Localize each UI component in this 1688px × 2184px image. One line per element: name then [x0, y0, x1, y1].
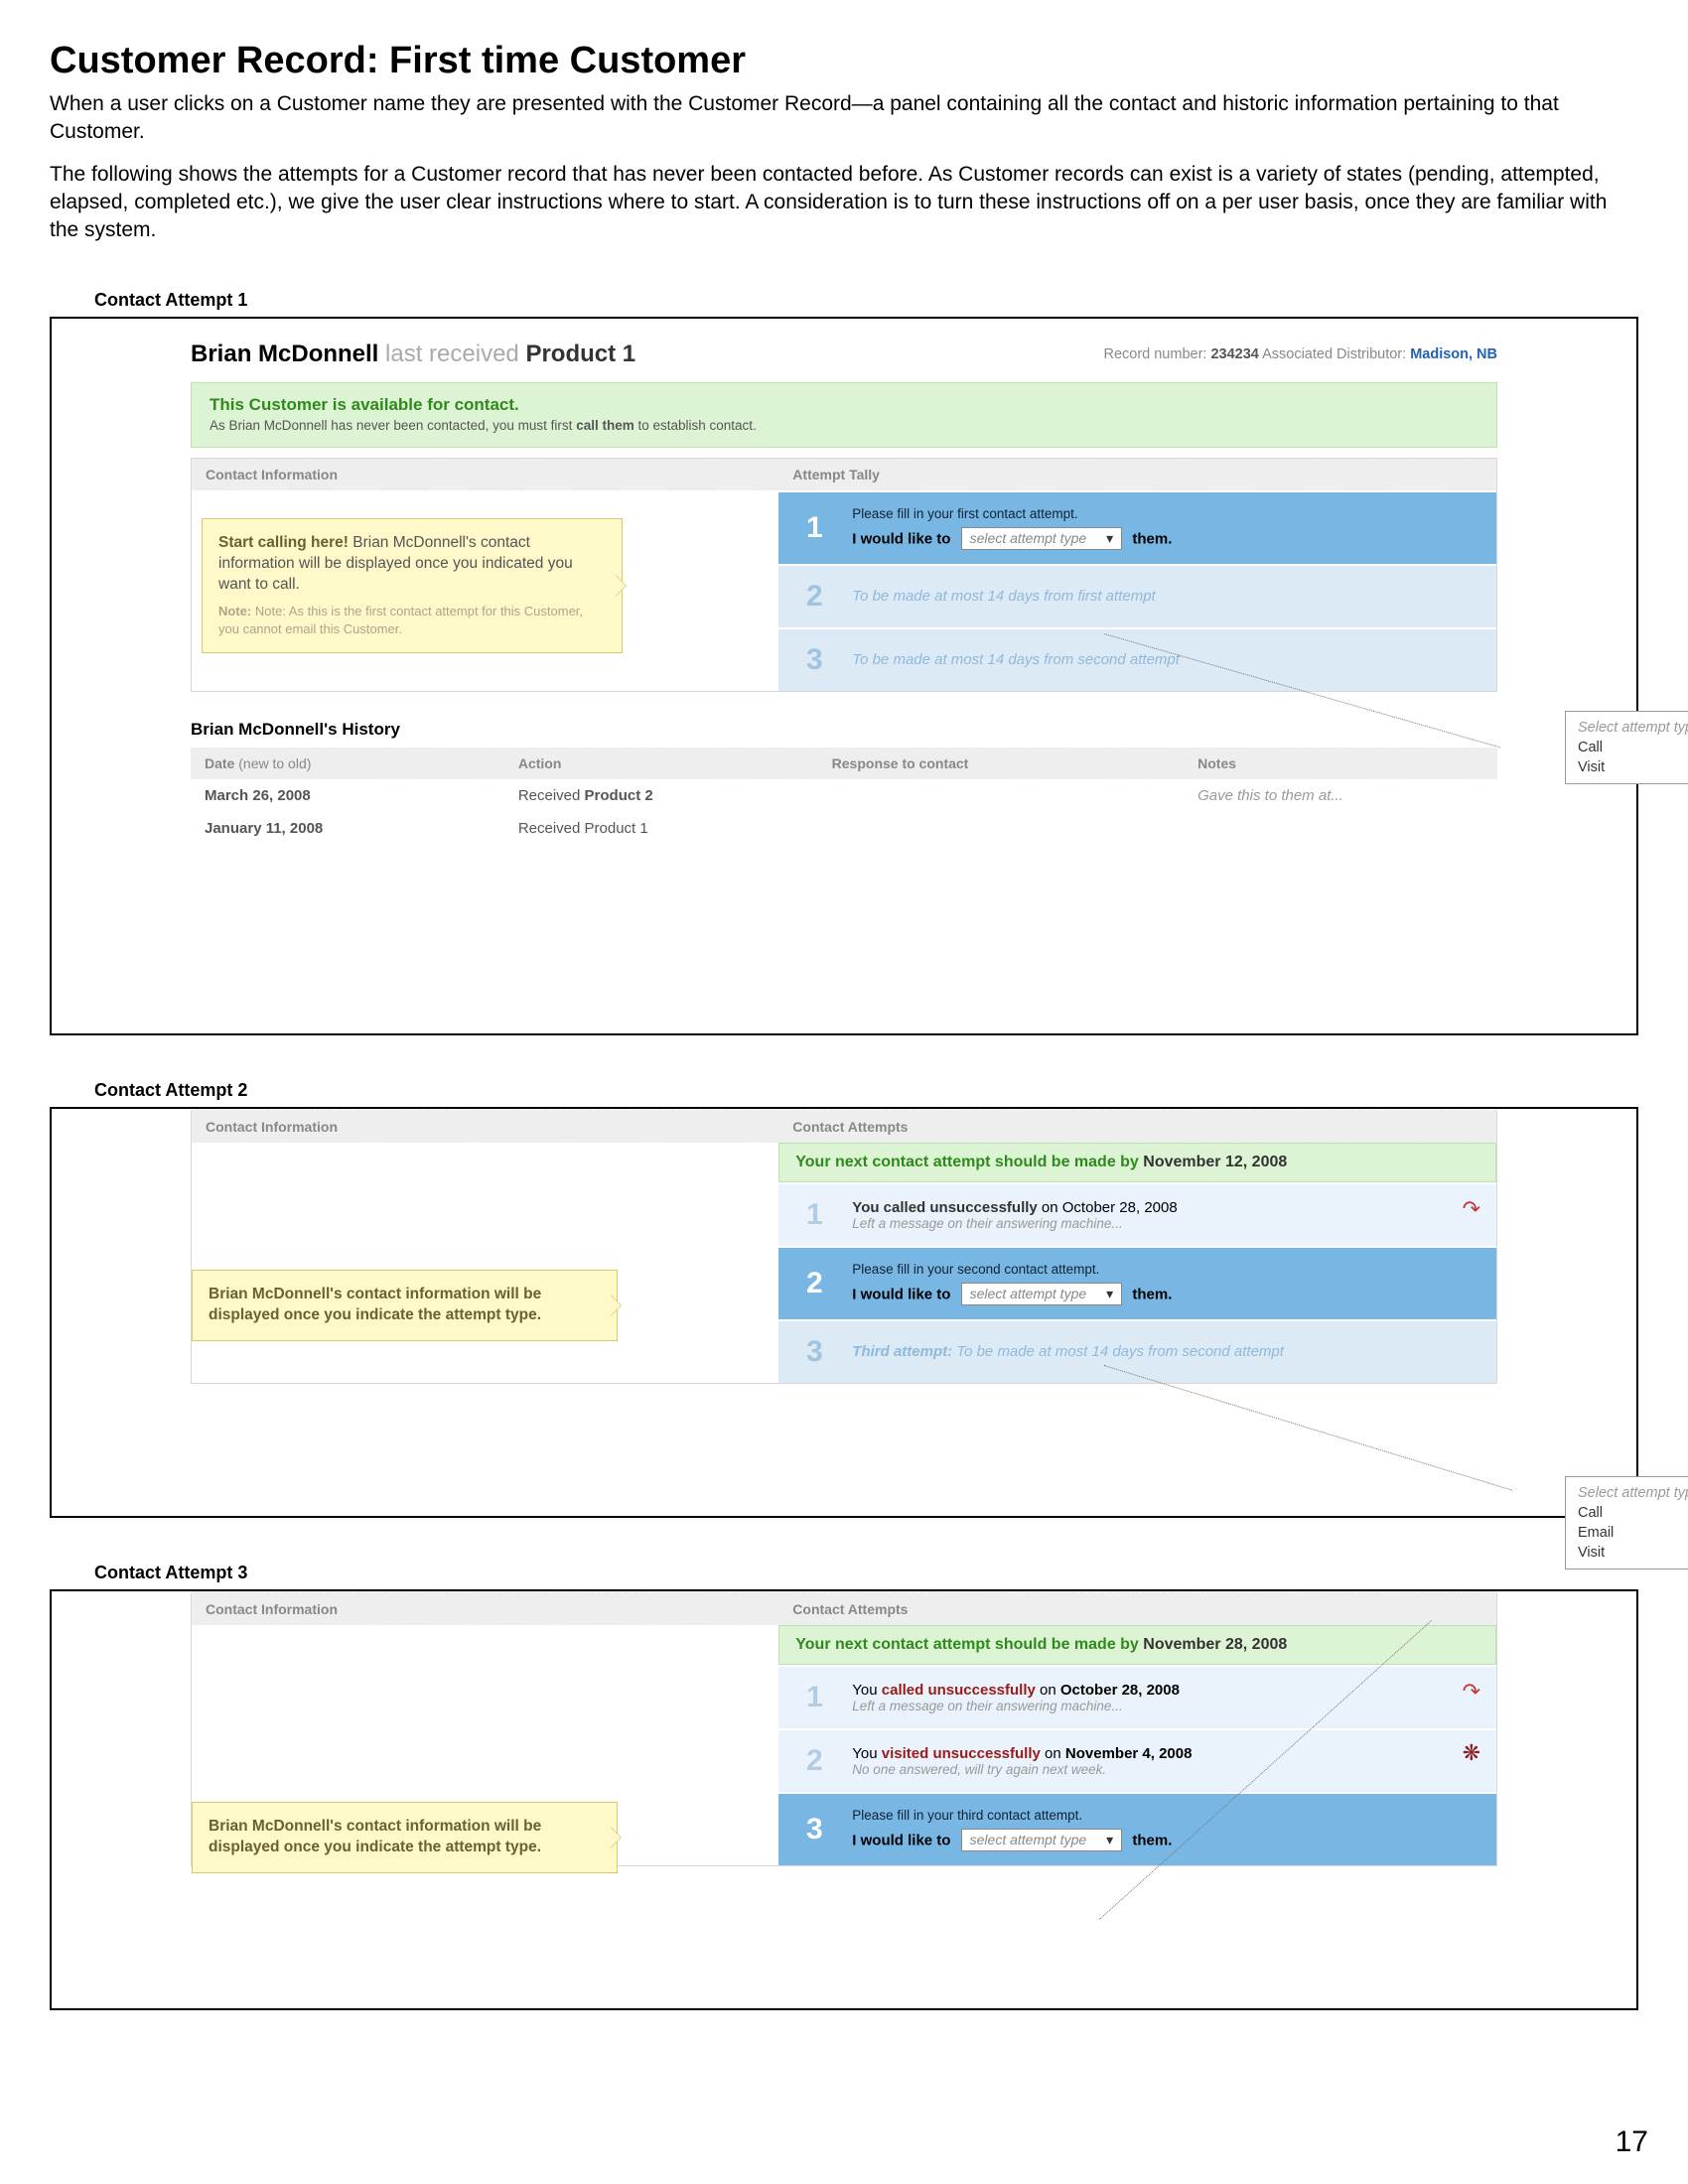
callout-indicate-type-2: Brian McDonnell's contact information wi…: [192, 1270, 618, 1341]
section-label-3: Contact Attempt 3: [94, 1563, 1638, 1583]
mock-panel-3: Contact Information Brian McDonnell's co…: [50, 1589, 1638, 2010]
attempt-row-2-future: 2 To be made at most 14 days from first …: [778, 564, 1496, 627]
attempt-row-1: 1 Please fill in your first contact atte…: [778, 490, 1496, 564]
attempt-type-select-1[interactable]: select attempt type▾: [961, 527, 1123, 550]
history-title: Brian McDonnell's History: [191, 720, 1497, 740]
footprint-icon: ❋: [1463, 1740, 1480, 1766]
popup-option-call[interactable]: Call: [1566, 1503, 1688, 1523]
attempt-row-1-result: 1 You called unsuccessfully on October 2…: [778, 1182, 1496, 1246]
customer-header: Brian McDonnell last received Product 1 …: [191, 341, 1497, 368]
attempt-row-3-future-b: 3 Third attempt: To be made at most 14 d…: [778, 1319, 1496, 1383]
popup-option-visit[interactable]: Visit: [1566, 1543, 1688, 1563]
attempt-row-3-active: 3 Please fill in your third contact atte…: [778, 1792, 1496, 1865]
attempt-type-popup-1[interactable]: Select attempt type Call Visit: [1565, 711, 1688, 784]
next-attempt-banner-2: Your next contact attempt should be made…: [778, 1143, 1496, 1182]
mock-panel-2: Contact Information Brian McDonnell's co…: [50, 1107, 1638, 1518]
page-title: Customer Record: First time Customer: [50, 40, 1638, 82]
popup-option-visit[interactable]: Visit: [1566, 757, 1688, 777]
phone-icon: ↷: [1463, 1196, 1480, 1222]
attempt-type-popup-2[interactable]: Select attempt type Call Email Visit: [1565, 1476, 1688, 1570]
attempt-type-select-2[interactable]: select attempt type▾: [961, 1283, 1123, 1305]
intro-paragraph-1: When a user clicks on a Customer name th…: [50, 90, 1638, 147]
page-number: 17: [1616, 2125, 1648, 2159]
availability-banner: This Customer is available for contact. …: [191, 382, 1497, 448]
contact-info-header: Contact Information: [192, 459, 778, 490]
attempt-row-3-future: 3 To be made at most 14 days from second…: [778, 627, 1496, 691]
distributor-link[interactable]: Madison, NB: [1410, 346, 1497, 362]
popup-option-call[interactable]: Call: [1566, 738, 1688, 757]
section-label-2: Contact Attempt 2: [94, 1080, 1638, 1101]
history-row: March 26, 2008 Received Product 2 Gave t…: [191, 779, 1497, 812]
section-label-1: Contact Attempt 1: [94, 290, 1638, 311]
attempt-type-select-3[interactable]: select attempt type▾: [961, 1829, 1123, 1851]
attempt-row-2-result: 2 You visited unsuccessfully on November…: [778, 1728, 1496, 1792]
history-table: Date (new to old) Action Response to con…: [191, 748, 1497, 845]
attempt-row-2-active: 2 Please fill in your second contact att…: [778, 1246, 1496, 1319]
popup-option-email[interactable]: Email: [1566, 1523, 1688, 1543]
intro-paragraph-2: The following shows the attempts for a C…: [50, 161, 1638, 245]
phone-icon: ↷: [1463, 1679, 1480, 1705]
callout-start-calling: Start calling here! Brian McDonnell's co…: [202, 518, 623, 653]
attempt-row-1-result-b: 1 You called unsuccessfully on October 2…: [778, 1665, 1496, 1728]
record-meta: Record number: 234234 Associated Distrib…: [1103, 346, 1497, 362]
mock-panel-1: Brian McDonnell last received Product 1 …: [50, 317, 1638, 1035]
callout-indicate-type-3: Brian McDonnell's contact information wi…: [192, 1802, 618, 1873]
attempt-tally-header: Attempt Tally: [778, 459, 1496, 490]
history-row: January 11, 2008 Received Product 1: [191, 812, 1497, 845]
customer-name: Brian McDonnell: [191, 341, 378, 367]
